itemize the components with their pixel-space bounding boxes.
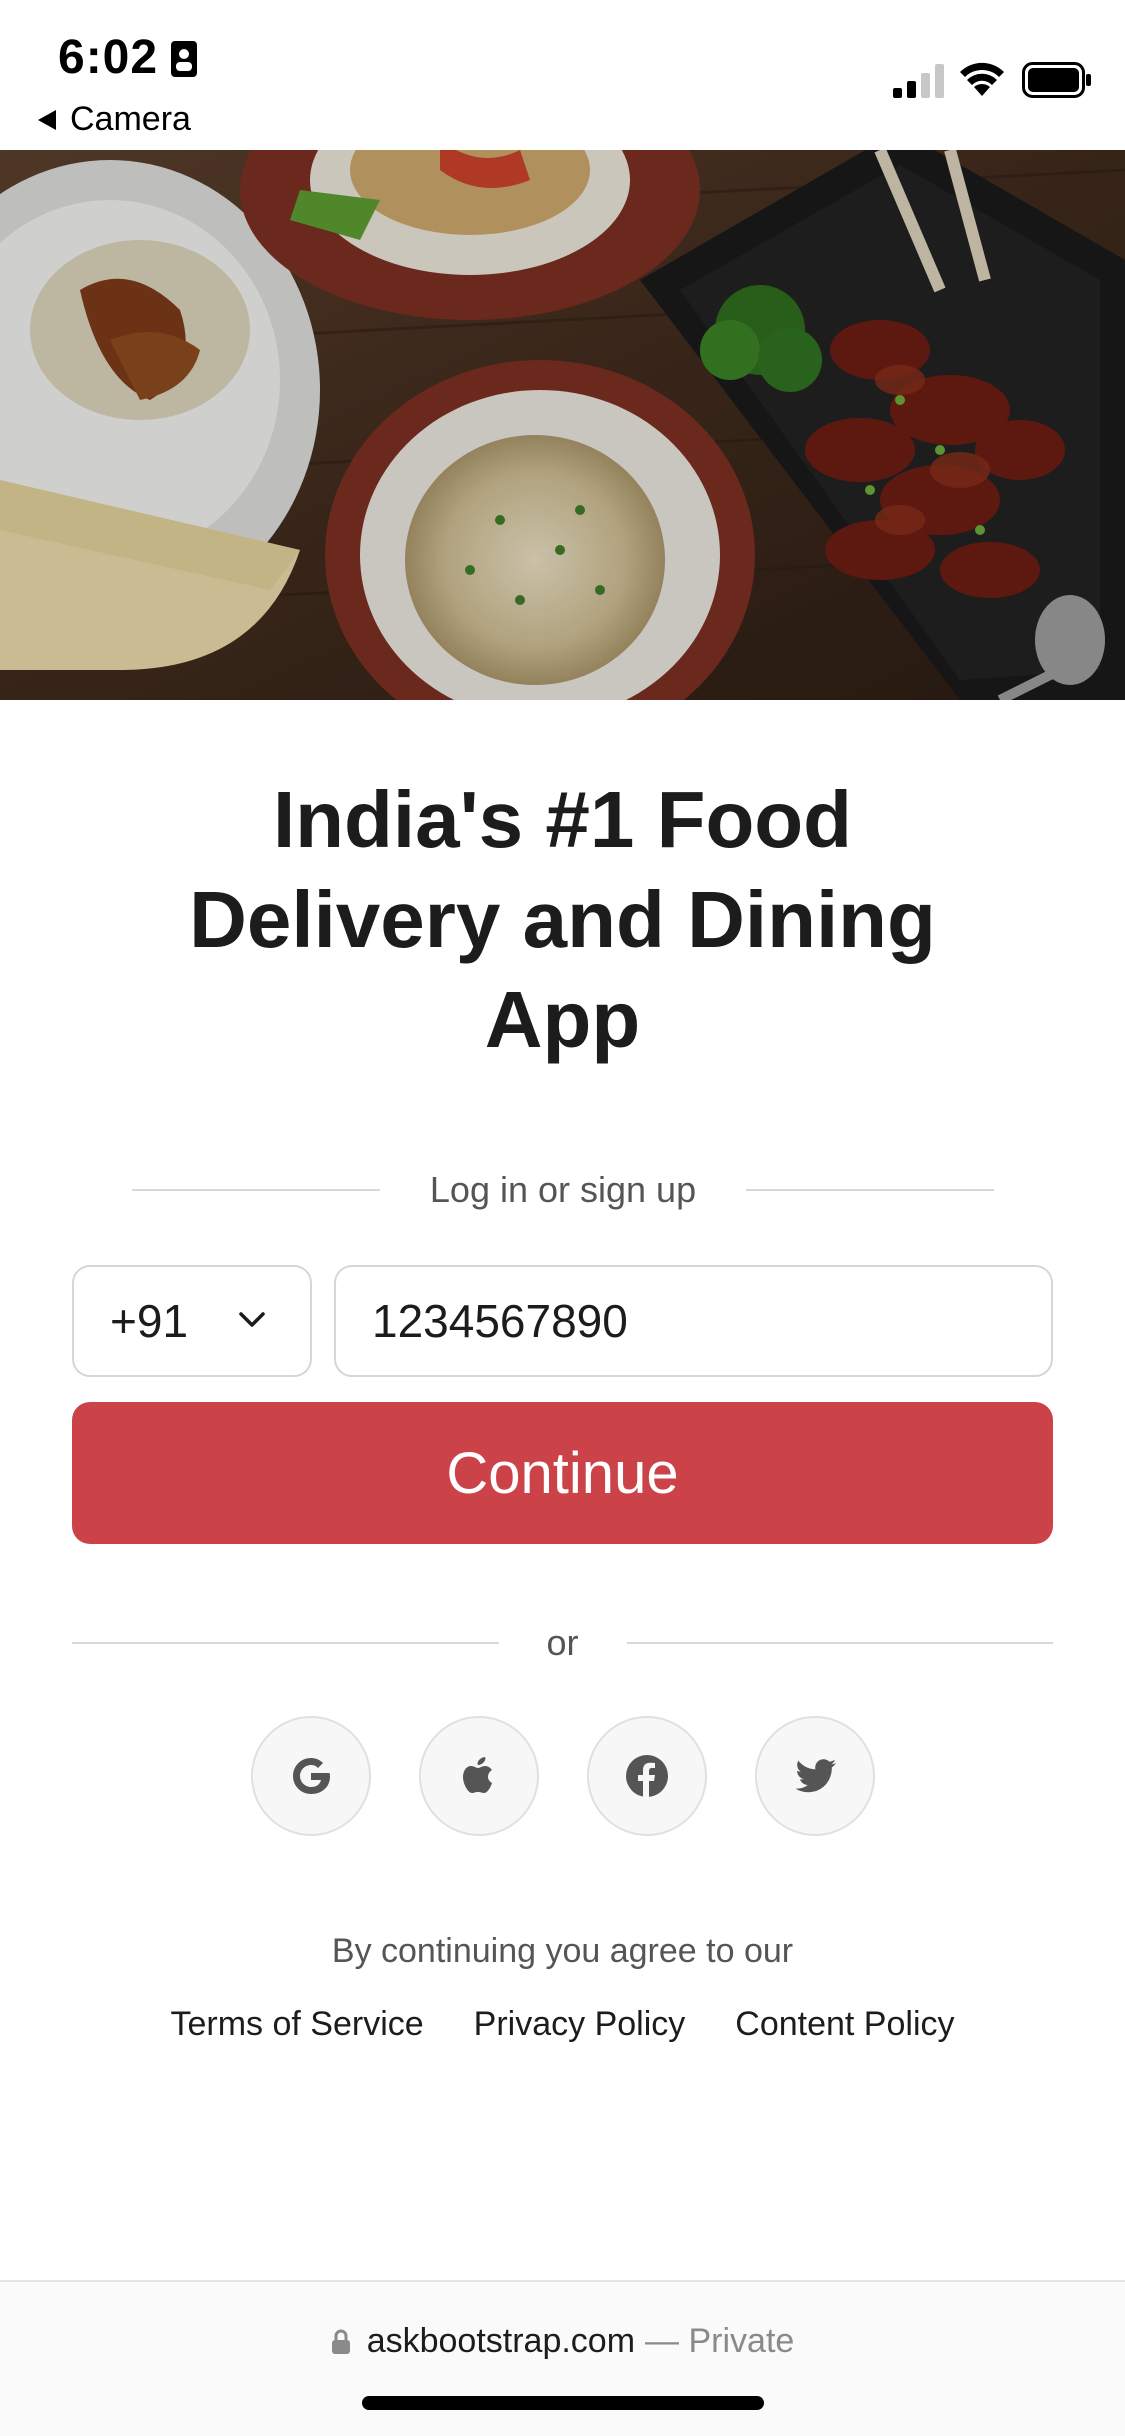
browser-url-bar[interactable]: askbootstrap.com — Private [0,2280,1125,2436]
login-divider-text: Log in or sign up [429,1169,697,1210]
phone-number-value: 1234567890 [372,1295,628,1347]
back-arrow-icon [38,109,56,130]
apple-icon [463,1757,492,1793]
hero-food-image [0,150,1125,700]
country-code-value: +91 [110,1295,189,1347]
wifi-icon [960,62,1004,96]
home-indicator[interactable] [362,2396,764,2410]
food-illustration [0,150,1125,700]
twitter-login-button[interactable] [755,1716,875,1836]
facebook-login-button[interactable] [587,1716,707,1836]
divider-line-left [132,1189,380,1191]
login-divider: Log in or sign up [132,1165,994,1215]
content-policy-link[interactable]: Content Policy [735,2005,954,2044]
cellular-signal-icon [893,64,944,98]
agree-text: By continuing you agree to our [331,1932,794,1970]
battery-icon [1022,62,1091,98]
chevron-down-icon [239,1312,265,1327]
policy-links: Terms of Service Privacy Policy Content … [0,2005,1125,2044]
contact-card-icon [171,41,197,77]
back-camera-label: Camera [70,100,191,138]
lock-icon [331,2329,350,2354]
page-title: India's #1 Food Delivery and Dining App [189,775,936,1064]
or-line-left [72,1642,499,1644]
google-login-button[interactable] [251,1716,371,1836]
country-code-select[interactable]: +91 [72,1265,312,1377]
url-text: askbootstrap.com [366,2322,636,2360]
or-divider: or [72,1618,1054,1668]
twitter-icon [795,1759,836,1793]
continue-button[interactable]: Continue [72,1402,1053,1544]
terms-of-service-link[interactable]: Terms of Service [170,2005,423,2044]
google-icon [293,1758,330,1794]
status-time: 6:02 [58,31,159,84]
facebook-icon [626,1755,668,1797]
status-bar: 6:02 Camera [0,0,1125,150]
phone-number-input[interactable]: 1234567890 [334,1265,1053,1377]
privacy-policy-link[interactable]: Privacy Policy [474,2005,686,2044]
or-text: or [546,1622,579,1663]
url-line: askbootstrap.com — Private [0,2322,1125,2361]
private-mode-label: — Private [645,2322,795,2360]
apple-login-button[interactable] [419,1716,539,1836]
divider-line-right [746,1189,994,1191]
back-to-camera-link[interactable]: Camera [38,100,191,139]
or-line-right [626,1642,1054,1644]
